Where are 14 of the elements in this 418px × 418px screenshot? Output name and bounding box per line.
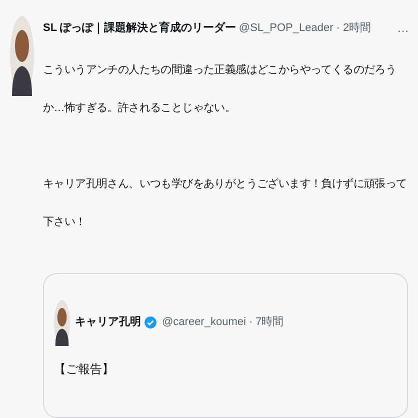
more-button[interactable]: …: [397, 19, 409, 38]
quoted-author-handle[interactable]: @career_koumei: [162, 314, 246, 331]
separator: ·: [336, 21, 340, 36]
post-time[interactable]: 2時間: [342, 20, 372, 37]
post-text: キャリア孔明さん、いつも学びをありがとうございます！負けずに頑張って下さい！: [43, 176, 408, 230]
quoted-post-time[interactable]: 7時間: [256, 314, 284, 331]
author-name[interactable]: SL ぽっぽ｜課題解決と育成のリーダー: [43, 20, 236, 37]
separator: ·: [248, 315, 253, 330]
quoted-author-name[interactable]: キャリア孔明: [75, 314, 141, 331]
post-text: こういうアンチの人たちの間違った正義感はどこからやってくるのだろうか…怖すぎる。許されることじゃない。: [43, 62, 398, 116]
quoted-avatar: [54, 300, 70, 346]
quoted-post-text: 【ご報告】: [54, 360, 115, 378]
quoted-post-card[interactable]: キャリア孔明 @career_koumei · 7時間 【ご報告】: [43, 272, 408, 418]
author-handle[interactable]: @SL_POP_Leader: [238, 20, 334, 37]
